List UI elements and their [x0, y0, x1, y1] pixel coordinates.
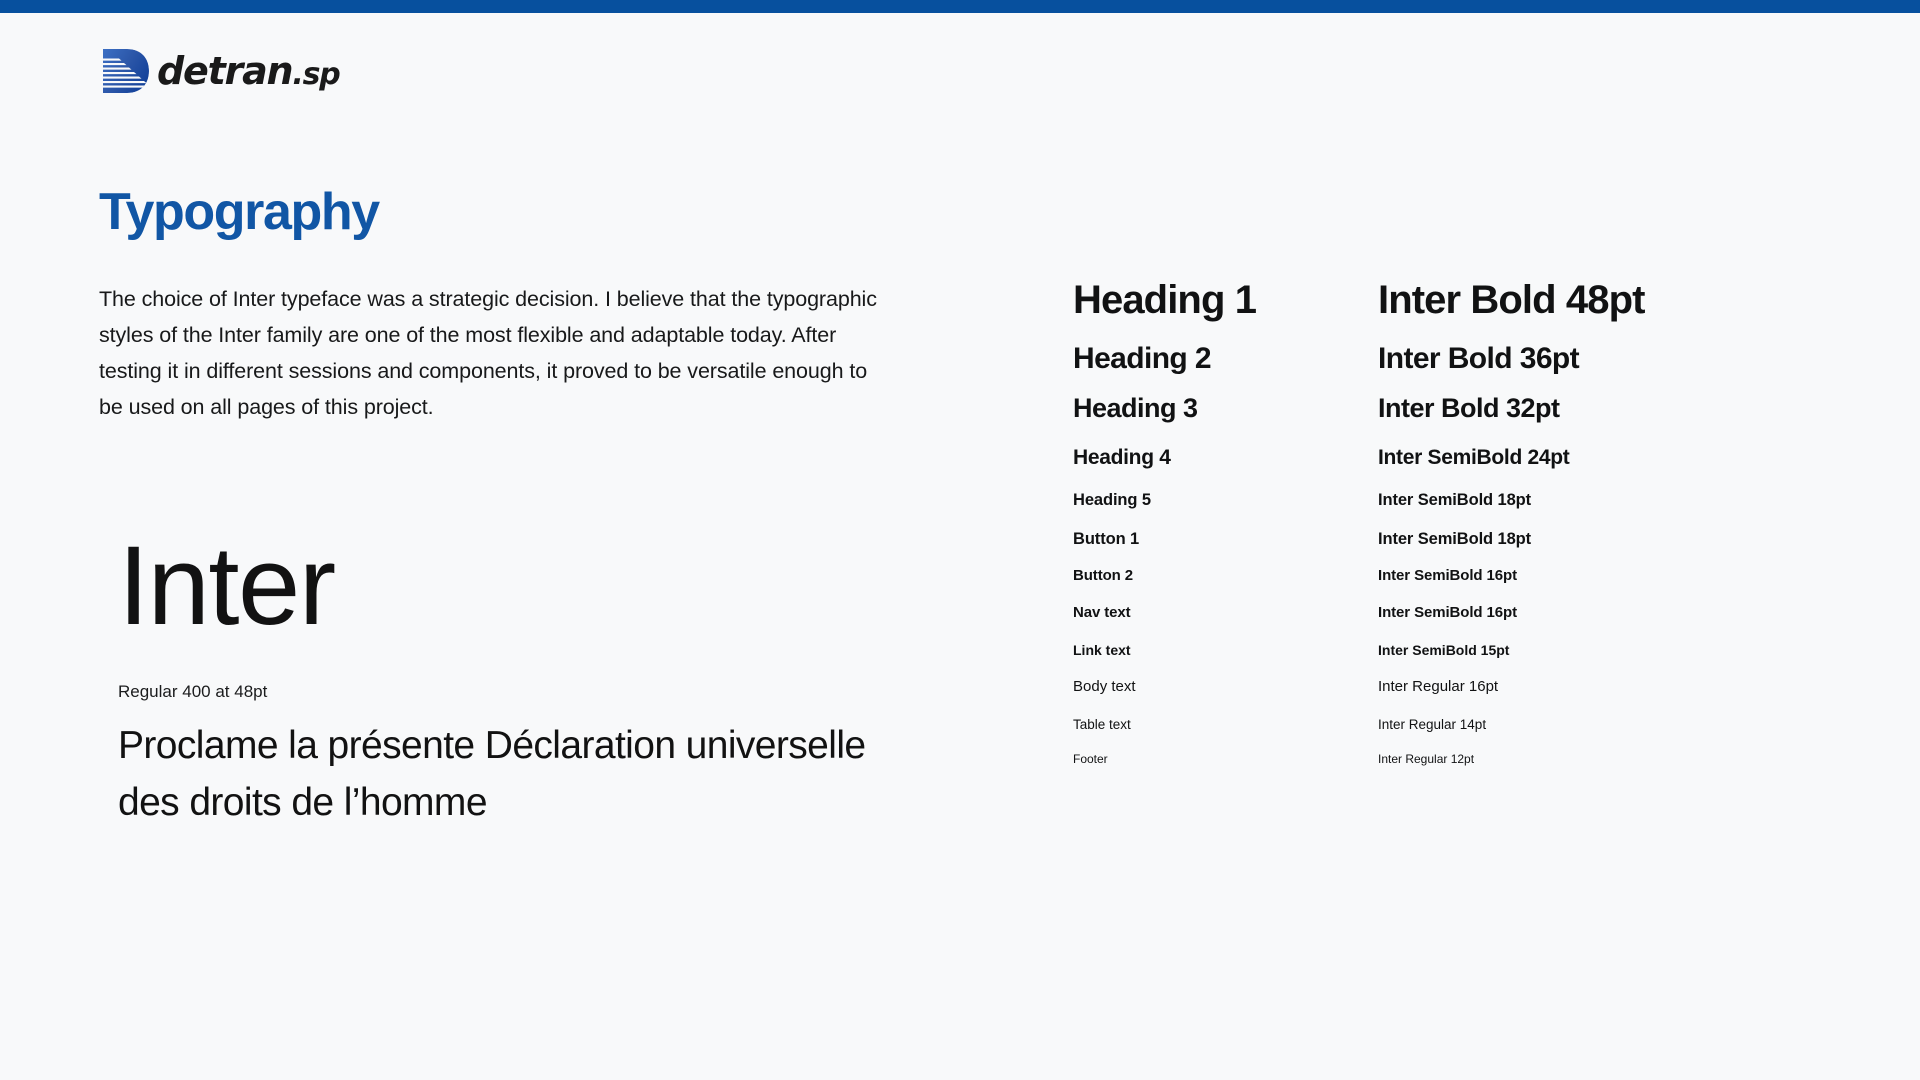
- type-scale-row: Link text Inter SemiBold 15pt: [1073, 641, 1833, 659]
- type-scale-spec: Inter Regular 16pt: [1378, 678, 1499, 696]
- top-accent-bar: [0, 0, 1920, 13]
- type-scale-spec: Inter Bold 36pt: [1378, 341, 1580, 375]
- type-scale-role: Nav text: [1073, 603, 1131, 621]
- type-scale-row: Button 2 Inter SemiBold 16pt: [1073, 567, 1833, 585]
- type-scale-role: Heading 4: [1073, 445, 1171, 469]
- type-scale-row: Nav text Inter SemiBold 16pt: [1073, 603, 1833, 622]
- type-scale-role: Heading 3: [1073, 393, 1198, 424]
- type-scale-role: Button 2: [1073, 567, 1134, 585]
- type-scale-spec: Inter SemiBold 18pt: [1378, 529, 1532, 548]
- type-scale-spec: Inter SemiBold 16pt: [1378, 603, 1517, 621]
- detran-d-mark-icon: [99, 48, 151, 94]
- specimen-sample-text: Proclame la présente Déclaration univers…: [118, 724, 866, 824]
- type-scale-spec: Inter Bold 48pt: [1378, 278, 1645, 322]
- left-column: Typography The choice of Inter typeface …: [99, 185, 889, 425]
- type-scale-row: Heading 3 Inter Bold 32pt: [1073, 393, 1833, 423]
- type-scale-role: Table text: [1073, 717, 1131, 733]
- type-scale-role: Heading 2: [1073, 341, 1212, 375]
- logo-wordmark: detran.sp: [157, 49, 341, 93]
- type-scale-row: Footer Inter Regular 12pt: [1073, 752, 1833, 767]
- page-title: Typography: [99, 183, 380, 241]
- font-specimen-block: Inter Regular 400 at 48pt Proclame la pr…: [118, 530, 1018, 831]
- type-scale-role: Footer: [1073, 752, 1108, 767]
- type-scale-row: Heading 2 Inter Bold 36pt: [1073, 342, 1833, 376]
- specimen-caption: Regular 400 at 48pt: [118, 682, 268, 701]
- type-scale-role: Link text: [1073, 641, 1131, 658]
- type-scale-row: Heading 1 Inter Bold 48pt: [1073, 278, 1833, 323]
- type-scale-spec: Inter SemiBold 15pt: [1378, 641, 1510, 658]
- type-scale-role: Button 1: [1073, 529, 1140, 548]
- type-scale-row: Heading 5 Inter SemiBold 18pt: [1073, 491, 1833, 509]
- type-scale-role: Heading 5: [1073, 491, 1151, 510]
- type-scale-spec: Inter SemiBold 16pt: [1378, 567, 1517, 585]
- intro-paragraph: The choice of Inter typeface was a strat…: [99, 286, 877, 419]
- type-scale-spec: Inter SemiBold 18pt: [1378, 491, 1532, 510]
- type-scale-row: Body text Inter Regular 16pt: [1073, 679, 1833, 696]
- type-scale-row: Table text Inter Regular 14pt: [1073, 717, 1833, 732]
- type-scale-row: Button 1 Inter SemiBold 18pt: [1073, 530, 1833, 548]
- type-scale-role: Body text: [1073, 678, 1136, 696]
- type-scale-list: Heading 1 Inter Bold 48pt Heading 2 Inte…: [1073, 278, 1833, 767]
- typography-style-guide-page: detran.sp Typography The choice of Inter…: [0, 0, 1920, 1080]
- detran-sp-logo: detran.sp: [99, 48, 341, 94]
- specimen-font-name: Inter: [118, 523, 336, 648]
- type-scale-spec: Inter SemiBold 24pt: [1378, 445, 1570, 469]
- type-scale-spec: Inter Regular 14pt: [1378, 717, 1487, 733]
- type-scale-role: Heading 1: [1073, 278, 1257, 322]
- type-scale-spec: Inter Bold 32pt: [1378, 393, 1560, 424]
- type-scale-row: Heading 4 Inter SemiBold 24pt: [1073, 446, 1833, 470]
- type-scale-spec: Inter Regular 12pt: [1378, 752, 1475, 767]
